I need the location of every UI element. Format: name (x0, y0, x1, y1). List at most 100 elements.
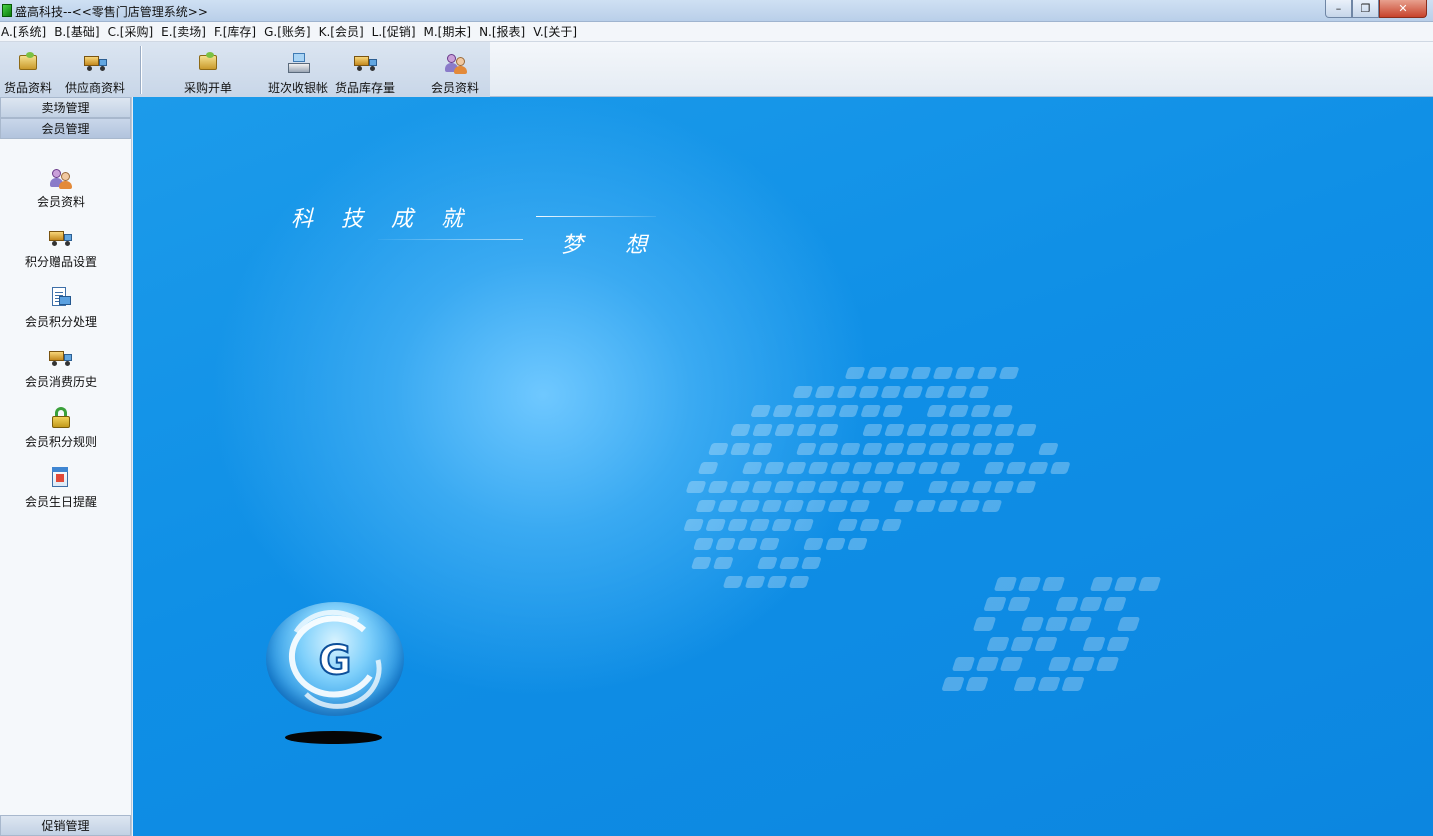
map-tile (942, 677, 964, 691)
menu-purchase[interactable]: C.[采购] (107, 23, 161, 40)
minimize-icon: – (1335, 2, 1342, 15)
history-truck-icon (47, 345, 75, 371)
sidebar-item-member-info[interactable]: 会员资料 (0, 165, 122, 221)
map-tile (889, 367, 909, 379)
map-tile (972, 424, 993, 436)
toolbar-shift-cash-button[interactable]: 班次收银帐 (266, 44, 330, 96)
map-tile (1000, 657, 1023, 671)
map-tile (752, 424, 773, 436)
map-tile (862, 424, 883, 436)
map-tile (938, 500, 958, 512)
map-tile (906, 424, 927, 436)
slogan-line-1: 科技成就 (291, 207, 492, 232)
sidebar-item-consume-history[interactable]: 会员消费历史 (0, 345, 122, 401)
map-tile (742, 462, 762, 474)
menu-reports[interactable]: N.[报表] (478, 23, 532, 40)
map-tile (696, 500, 716, 512)
map-tile (966, 677, 988, 691)
map-tile (994, 424, 1015, 436)
restore-button[interactable]: ❐ (1352, 0, 1379, 18)
map-tile (730, 481, 750, 493)
sidebar-header-store[interactable]: 卖场管理 (0, 97, 131, 118)
map-tile (928, 443, 948, 455)
map-tile (779, 557, 799, 569)
close-button[interactable]: ✕ (1379, 0, 1427, 18)
lock-icon (47, 405, 75, 431)
menu-bar: A.[系统] B.[基础] C.[采购] E.[卖场] F.[库存] G.[账务… (0, 22, 1433, 42)
map-tile (884, 424, 905, 436)
menu-system[interactable]: A.[系统] (0, 23, 53, 40)
menu-promotion[interactable]: L.[促销] (371, 23, 423, 40)
map-tile (867, 367, 887, 379)
toolbar-separator (140, 46, 142, 94)
close-icon: ✕ (1398, 2, 1408, 15)
main-banner: 科技成就 梦想 G (133, 97, 1433, 836)
world-map-graphic (684, 367, 1161, 691)
map-tile (750, 519, 770, 531)
map-tile (928, 481, 948, 493)
menu-about[interactable]: V.[关于] (532, 23, 584, 40)
map-tile (772, 519, 792, 531)
map-tile (817, 405, 837, 417)
map-tile (859, 386, 879, 398)
map-tile (796, 481, 816, 493)
map-tile (730, 424, 751, 436)
map-tile (1072, 657, 1095, 671)
map-tile (1018, 577, 1041, 591)
map-tile (861, 405, 881, 417)
map-tile (933, 367, 953, 379)
map-tile (825, 538, 846, 550)
menu-period-end[interactable]: M.[期末] (423, 23, 479, 40)
map-tile (993, 405, 1013, 417)
map-tile (693, 538, 714, 550)
sidebar-item-label: 会员消费历史 (24, 375, 97, 389)
sidebar-bottom: 促销管理 (0, 815, 131, 836)
map-tile (839, 405, 859, 417)
map-tile (987, 637, 1009, 651)
map-tile (808, 462, 828, 474)
map-tile (745, 576, 765, 588)
map-tile (789, 576, 809, 588)
map-tile (1045, 617, 1068, 631)
toolbar-supplier-button[interactable]: 供应商资料 (62, 44, 128, 96)
map-tile (976, 657, 999, 671)
sidebar-item-points-gift[interactable]: 积分赠品设置 (0, 225, 122, 281)
logo-letter: G (319, 638, 352, 684)
toolbar-member-button[interactable]: 会员资料 (428, 44, 482, 96)
map-tile (984, 462, 1004, 474)
map-tile (784, 500, 804, 512)
sidebar-item-points-process[interactable]: 会员积分处理 (0, 285, 122, 341)
sidebar-item-label: 会员资料 (36, 195, 85, 209)
sidebar-header-member[interactable]: 会员管理 (0, 118, 131, 139)
map-tile (882, 519, 902, 531)
map-tile (850, 500, 870, 512)
goods-box-icon (15, 50, 41, 76)
map-tile (972, 481, 992, 493)
sidebar: 卖场管理 会员管理 会员资料 积分赠品设置 会员积分处理 会员消费历史 会员积分… (0, 97, 132, 836)
map-tile (1056, 597, 1078, 611)
company-logo: G (266, 602, 404, 716)
map-tile (852, 462, 872, 474)
map-tile (894, 500, 914, 512)
menu-member[interactable]: K.[会员] (318, 23, 371, 40)
map-tile (969, 386, 989, 398)
map-tile (949, 405, 969, 417)
map-tile (767, 576, 787, 588)
toolbar-goods-button[interactable]: 货品资料 (2, 44, 54, 96)
menu-accounts[interactable]: G.[账务] (263, 23, 317, 40)
sidebar-item-points-rules[interactable]: 会员积分规则 (0, 405, 122, 461)
map-tile (806, 500, 826, 512)
map-tile (751, 405, 771, 417)
menu-basic[interactable]: B.[基础] (53, 23, 106, 40)
menu-store[interactable]: E.[卖场] (160, 23, 213, 40)
toolbar-purchase-button[interactable]: 采购开单 (180, 44, 236, 96)
map-tile (718, 500, 738, 512)
map-tile (740, 500, 760, 512)
sidebar-header-promotion[interactable]: 促销管理 (0, 815, 131, 836)
toolbar-stock-button[interactable]: 货品库存量 (333, 44, 397, 96)
map-tile (708, 443, 728, 455)
map-tile (881, 386, 901, 398)
minimize-button[interactable]: – (1325, 0, 1352, 18)
menu-inventory[interactable]: F.[库存] (213, 23, 263, 40)
sidebar-item-birthday-reminder[interactable]: 会员生日提醒 (0, 465, 122, 521)
